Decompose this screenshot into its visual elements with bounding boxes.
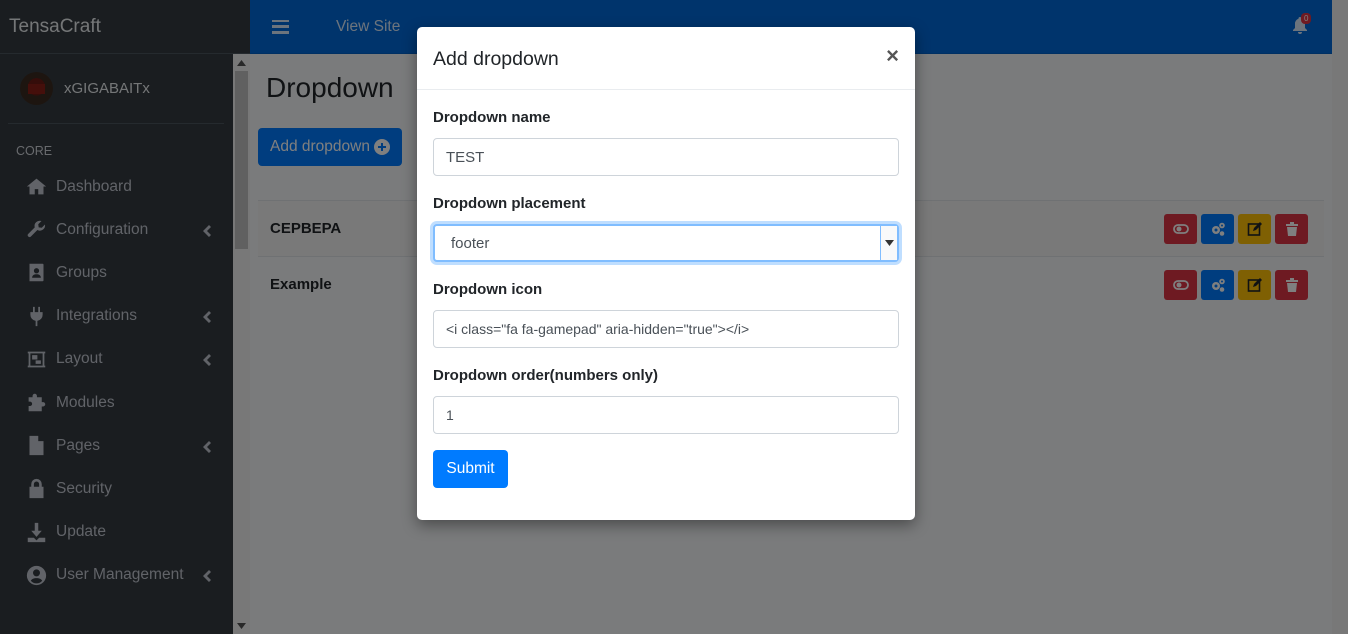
submit-button[interactable]: Submit (433, 450, 508, 488)
dropdown-name-label: Dropdown name (433, 109, 551, 126)
dropdown-placement-select[interactable]: footer (433, 224, 899, 262)
dropdown-placement-value: footer (451, 234, 490, 252)
dropdown-placement-label: Dropdown placement (433, 195, 586, 212)
close-icon[interactable]: × (886, 45, 899, 67)
add-dropdown-modal: Add dropdown × Dropdown name TEST Dropdo… (417, 27, 915, 520)
dropdown-icon-value: <i class="fa fa-gamepad" aria-hidden="tr… (446, 321, 750, 337)
modal-header: Add dropdown × (417, 27, 915, 90)
dropdown-order-label: Dropdown order(numbers only) (433, 367, 658, 384)
dropdown-icon-input[interactable]: <i class="fa fa-gamepad" aria-hidden="tr… (433, 310, 899, 348)
dropdown-name-input[interactable]: TEST (433, 138, 899, 176)
dropdown-order-input[interactable]: 1 (433, 396, 899, 434)
dropdown-icon-label: Dropdown icon (433, 281, 543, 298)
dropdown-name-value: TEST (446, 148, 485, 166)
modal-title: Add dropdown (433, 47, 559, 70)
chevron-down-icon[interactable] (880, 226, 897, 260)
dropdown-order-value: 1 (446, 407, 454, 423)
